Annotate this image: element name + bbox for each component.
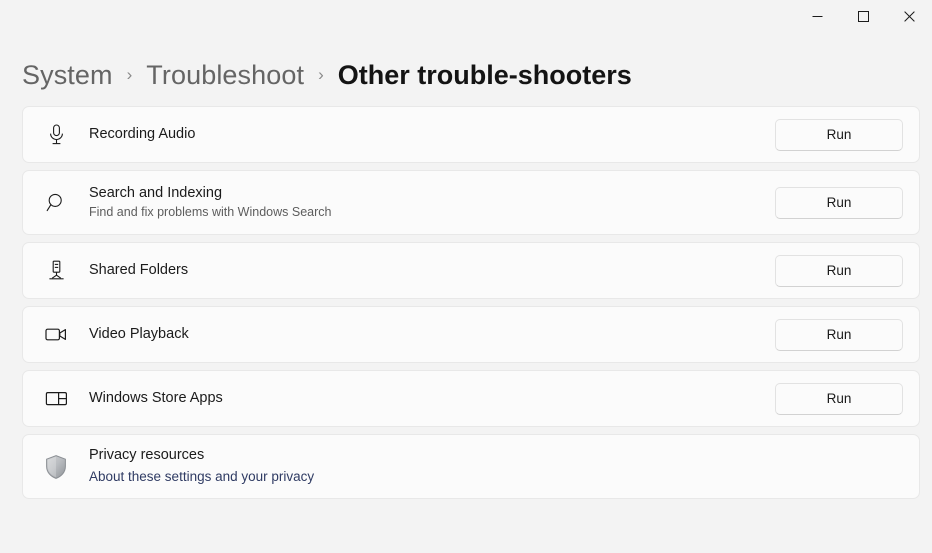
troubleshooter-row-recording-audio[interactable]: Recording Audio Run	[22, 106, 920, 163]
privacy-resources-row[interactable]: Privacy resources About these settings a…	[22, 434, 920, 499]
troubleshooter-row-video-playback[interactable]: Video Playback Run	[22, 306, 920, 363]
run-button[interactable]: Run	[775, 119, 903, 151]
privacy-resources-text: Privacy resources About these settings a…	[75, 446, 903, 486]
troubleshooter-subtitle: Find and fix problems with Windows Searc…	[89, 204, 775, 221]
run-button[interactable]: Run	[775, 187, 903, 219]
search-icon	[37, 192, 75, 213]
troubleshooter-title: Windows Store Apps	[89, 389, 775, 409]
breadcrumb-item-troubleshoot[interactable]: Troubleshoot	[146, 60, 304, 91]
troubleshooter-row-windows-store-apps[interactable]: Windows Store Apps Run	[22, 370, 920, 427]
troubleshooter-text: Recording Audio	[75, 125, 775, 145]
chevron-right-icon: ›	[127, 66, 133, 83]
troubleshooter-title: Video Playback	[89, 325, 775, 345]
breadcrumb: System › Troubleshoot › Other trouble-sh…	[0, 44, 932, 106]
troubleshooter-text: Shared Folders	[75, 261, 775, 281]
shield-icon	[37, 454, 75, 480]
troubleshooter-text: Video Playback	[75, 325, 775, 345]
privacy-resources-title: Privacy resources	[89, 446, 903, 466]
store-apps-icon	[37, 390, 75, 407]
troubleshooter-list: Recording Audio Run Search and Indexing …	[0, 106, 932, 499]
chevron-right-icon: ›	[318, 66, 324, 83]
close-button[interactable]	[886, 0, 932, 32]
troubleshooter-title: Shared Folders	[89, 261, 775, 281]
run-button[interactable]: Run	[775, 319, 903, 351]
troubleshooter-row-shared-folders[interactable]: Shared Folders Run	[22, 242, 920, 299]
run-button[interactable]: Run	[775, 255, 903, 287]
breadcrumb-item-system[interactable]: System	[22, 60, 113, 91]
troubleshooter-text: Windows Store Apps	[75, 389, 775, 409]
troubleshooter-title: Search and Indexing	[89, 184, 775, 204]
privacy-settings-link[interactable]: About these settings and your privacy	[89, 468, 903, 487]
video-camera-icon	[37, 326, 75, 343]
title-bar	[0, 0, 932, 32]
run-button[interactable]: Run	[775, 383, 903, 415]
shared-folders-icon	[37, 260, 75, 281]
page-title: Other trouble-shooters	[338, 60, 632, 91]
microphone-icon	[37, 124, 75, 145]
troubleshooter-title: Recording Audio	[89, 125, 775, 145]
minimize-button[interactable]	[794, 0, 840, 32]
troubleshooter-text: Search and Indexing Find and fix problem…	[75, 184, 775, 221]
maximize-button[interactable]	[840, 0, 886, 32]
troubleshooter-row-search-and-indexing[interactable]: Search and Indexing Find and fix problem…	[22, 170, 920, 235]
